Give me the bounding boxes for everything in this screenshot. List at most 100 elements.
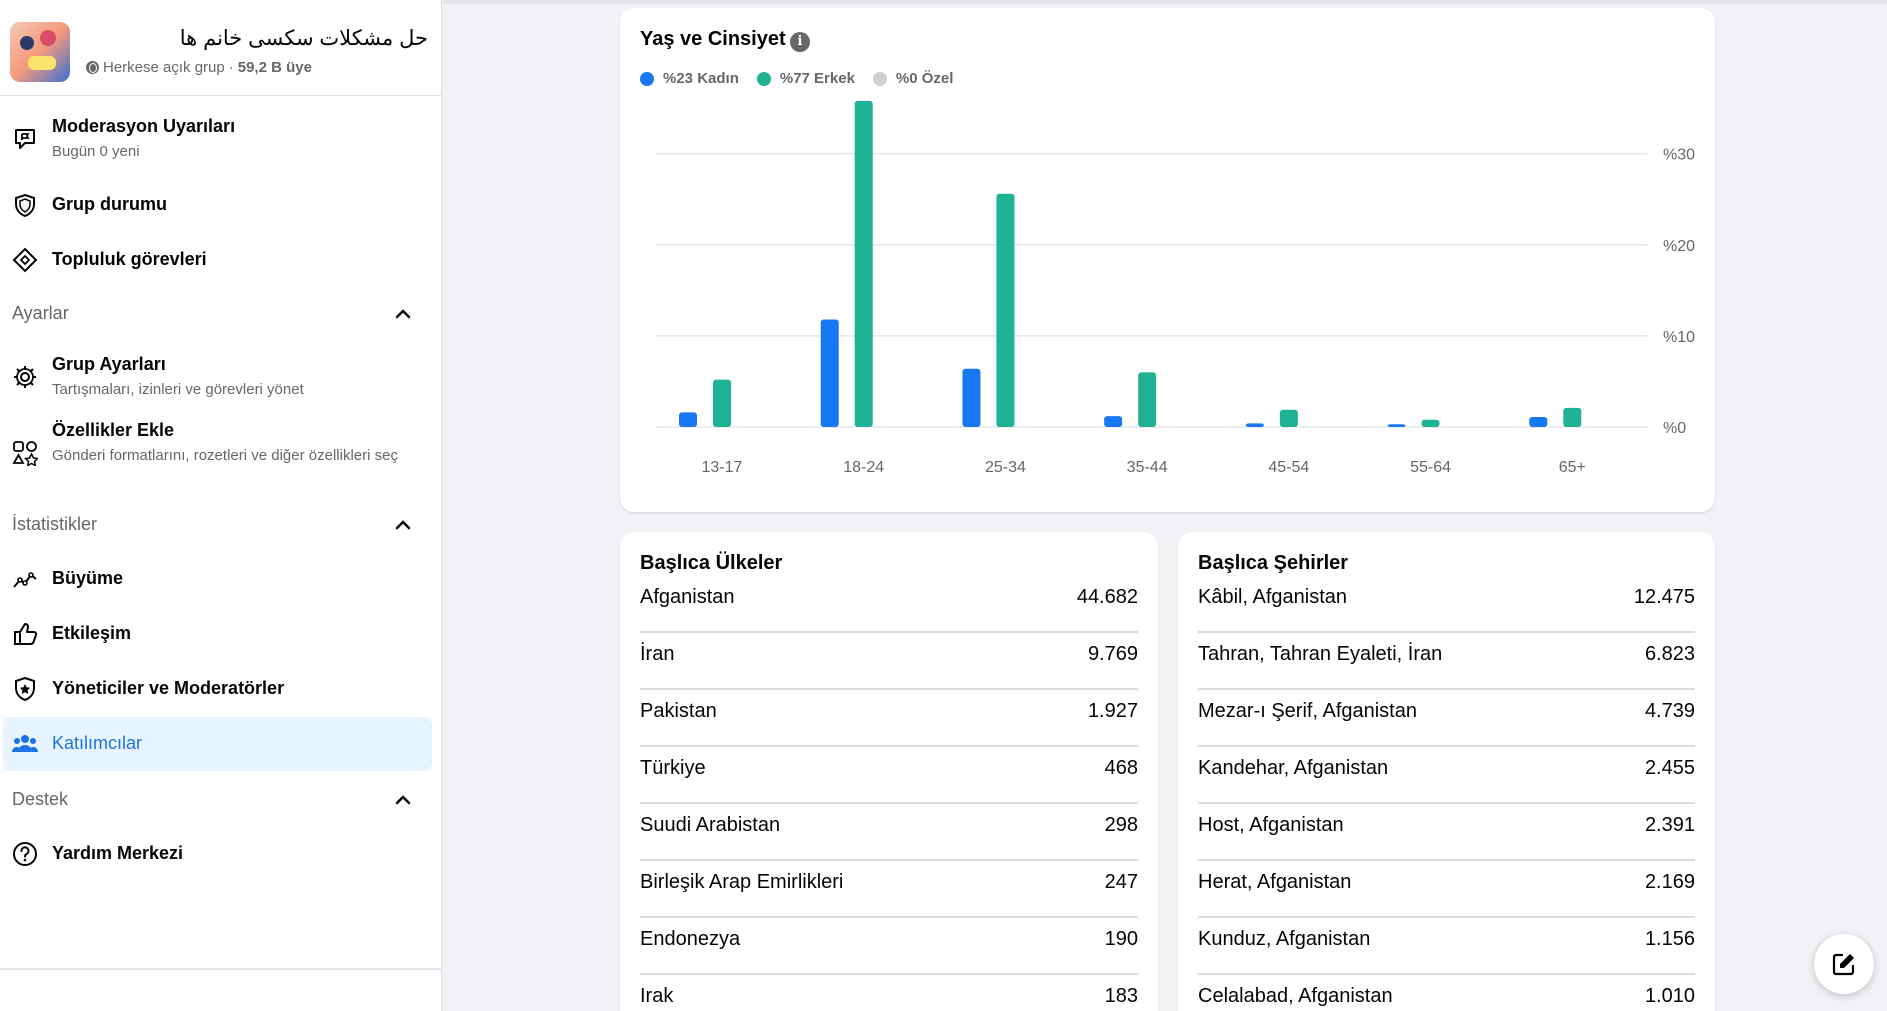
bar-female-18-24[interactable] <box>820 319 839 427</box>
gear-icon <box>12 364 38 390</box>
city-row: Kunduz, Afganistan 1.156 <box>1198 918 1695 975</box>
chevron-up-icon[interactable] <box>394 791 412 809</box>
sidebar-item-group-status[interactable]: Grup durumu <box>0 192 432 222</box>
chevron-up-icon[interactable] <box>394 305 412 323</box>
sidebar-footer-divider <box>0 968 442 970</box>
city-row-name: Kandehar, Afganistan <box>1198 757 1389 779</box>
x-tick-label: 65+ <box>1559 459 1586 476</box>
x-tick-label: 55-64 <box>1410 459 1451 476</box>
shield-icon <box>12 192 38 218</box>
growth-chart-icon <box>12 566 38 592</box>
sidebar-item-participants[interactable]: Katılımcılar <box>3 717 432 771</box>
compose-button[interactable] <box>1814 934 1874 994</box>
sidebar-item-add-features[interactable]: Özellikler Ekle Gönderi formatlarını, ro… <box>0 418 432 490</box>
city-row-name: Mezar-ı Şerif, Afganistan <box>1198 700 1417 722</box>
sidebar-item-label: Grup durumu <box>52 194 167 214</box>
compose-icon <box>1832 953 1855 976</box>
section-settings-label: Ayarlar <box>12 303 69 323</box>
country-row-value: 298 <box>1104 814 1138 836</box>
city-row-value: 2.391 <box>1644 814 1695 836</box>
top-divider <box>443 0 1887 4</box>
sidebar-item-help-center[interactable]: Yardım Merkezi <box>0 841 432 871</box>
group-meta: Herkese açık grup · 59,2 B üye <box>86 59 312 76</box>
bar-female-65+[interactable] <box>1529 416 1548 427</box>
y-tick-label: %30 <box>1663 147 1695 164</box>
bar-male-55-64[interactable] <box>1421 419 1440 427</box>
star-shield-icon <box>12 676 38 702</box>
sidebar-item-admins-moderators[interactable]: Yöneticiler ve Moderatörler <box>0 676 432 706</box>
diamond-icon <box>12 247 38 273</box>
sidebar-item-community-tasks[interactable]: Topluluk görevleri <box>0 247 432 277</box>
top-countries-title: Başlıca Ülkeler <box>640 552 783 574</box>
age-gender-card: Yaş ve Cinsiyet i %23 Kadın %77 Erkek %0… <box>620 8 1715 512</box>
group-privacy: Herkese açık grup <box>103 59 225 76</box>
bar-male-65+[interactable] <box>1563 407 1582 427</box>
sidebar-item-label: Moderasyon Uyarıları <box>52 116 236 136</box>
country-row-name: İran <box>640 643 675 665</box>
age-gender-chart: %0 %10 %20 %30 13-17 18-24 25-34 35-44 45-54 55-6… <box>655 100 1695 476</box>
x-tick-label: 45-54 <box>1268 459 1309 476</box>
city-row-value: 1.156 <box>1644 928 1695 950</box>
city-row-value: 2.169 <box>1644 871 1695 893</box>
bar-female-35-44[interactable] <box>1104 416 1123 427</box>
sidebar-item-engagement[interactable]: Etkileşim <box>0 621 432 651</box>
top-cities-title: Başlıca Şehirler <box>1198 552 1349 574</box>
sidebar-item-label: Büyüme <box>52 568 124 588</box>
question-circle-icon <box>12 841 38 867</box>
group-name[interactable]: حل مشکلات سکسی خانم ها <box>180 26 428 51</box>
admin-sidebar: حل مشکلات سکسی خانم ها Herkese açık grup… <box>0 0 442 1011</box>
section-statistics-label: İstatistikler <box>12 514 98 534</box>
country-row: Irak 183 <box>640 975 1138 1011</box>
country-row: Pakistan 1.927 <box>640 690 1138 747</box>
sidebar-item-label: Etkileşim <box>52 623 132 643</box>
country-row: Birleşik Arap Emirlikleri 247 <box>640 861 1138 918</box>
group-avatar[interactable] <box>10 22 70 82</box>
x-tick-label: 25-34 <box>985 459 1026 476</box>
city-row-name: Kâbil, Afganistan <box>1198 586 1347 608</box>
x-tick-label: 35-44 <box>1127 459 1168 476</box>
sidebar-item-sub: Gönderi formatlarını, rozetleri ve diğer… <box>52 447 398 464</box>
group-members[interactable]: 59,2 B üye <box>238 59 312 76</box>
city-row: Celalabad, Afganistan 1.010 <box>1198 975 1695 1011</box>
city-row: Herat, Afganistan 2.169 <box>1198 861 1695 918</box>
bar-male-25-34[interactable] <box>996 193 1015 427</box>
sidebar-item-label: Özellikler Ekle <box>52 420 175 440</box>
sidebar-item-moderation-alerts[interactable]: Moderasyon Uyarıları Bugün 0 yeni <box>0 114 432 170</box>
bar-male-45-54[interactable] <box>1279 409 1298 427</box>
city-row: Kandehar, Afganistan 2.455 <box>1198 747 1695 804</box>
bar-female-45-54[interactable] <box>1245 423 1264 427</box>
section-support[interactable]: Destek <box>12 789 412 810</box>
sidebar-item-label: Yöneticiler ve Moderatörler <box>52 678 285 698</box>
y-tick-label: %10 <box>1663 329 1695 346</box>
country-row: Türkiye 468 <box>640 747 1138 804</box>
city-row-name: Tahran, Tahran Eyaleti, İran <box>1198 643 1443 665</box>
bar-male-13-17[interactable] <box>713 379 731 427</box>
country-row-name: Birleşik Arap Emirlikleri <box>640 871 844 893</box>
bar-male-18-24[interactable] <box>854 100 873 428</box>
city-row-value: 6.823 <box>1644 643 1695 665</box>
country-row-name: Afganistan <box>640 586 735 608</box>
city-row: Host, Afganistan 2.391 <box>1198 804 1695 861</box>
sidebar-item-growth[interactable]: Büyüme <box>0 566 432 596</box>
globe-icon <box>86 61 99 74</box>
country-row-name: Irak <box>640 985 674 1007</box>
flag-bubble-icon <box>12 126 38 152</box>
x-tick-label: 13-17 <box>702 459 743 476</box>
bar-female-25-34[interactable] <box>962 368 981 427</box>
country-row: Afganistan 44.682 <box>640 576 1138 633</box>
chevron-up-icon[interactable] <box>394 516 412 534</box>
city-row-name: Celalabad, Afganistan <box>1198 985 1393 1007</box>
bar-male-35-44[interactable] <box>1138 372 1157 427</box>
y-tick-label: %20 <box>1663 238 1695 255</box>
city-row: Tahran, Tahran Eyaleti, İran 6.823 <box>1198 633 1695 690</box>
group-header[interactable]: حل مشکلات سکسی خانم ها Herkese açık grup… <box>0 0 442 96</box>
section-settings[interactable]: Ayarlar <box>12 303 412 324</box>
sidebar-item-group-settings[interactable]: Grup Ayarları Tartışmaları, izinleri ve … <box>0 352 432 402</box>
country-row-value: 1.927 <box>1087 700 1138 722</box>
people-icon <box>12 731 38 757</box>
sidebar-item-label: Yardım Merkezi <box>52 843 184 863</box>
bar-female-55-64[interactable] <box>1387 424 1406 427</box>
section-statistics[interactable]: İstatistikler <box>12 514 412 535</box>
city-row-value: 2.455 <box>1644 757 1695 779</box>
bar-female-13-17[interactable] <box>679 412 697 427</box>
